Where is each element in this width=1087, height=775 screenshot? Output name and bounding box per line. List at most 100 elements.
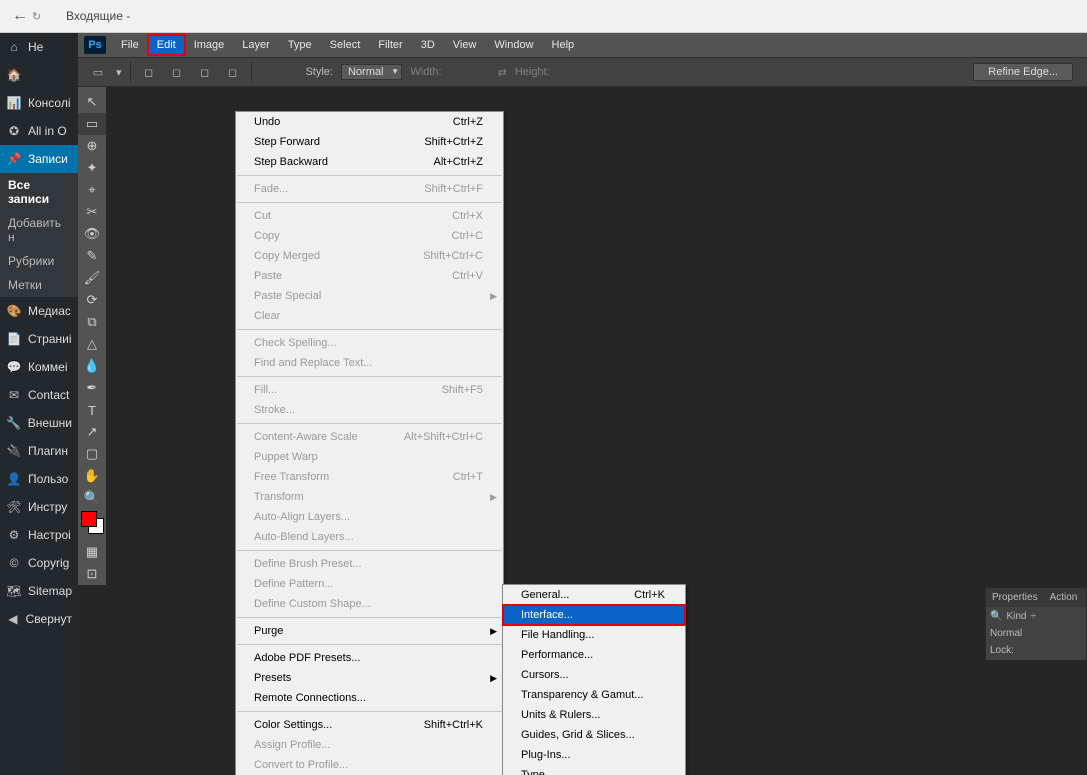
menu-item-presets[interactable]: Presets▶ bbox=[236, 668, 503, 688]
tool-button[interactable]: 🔍 bbox=[78, 487, 106, 509]
browser-toolbar: ← ↻ Входящие - bbox=[0, 0, 1087, 33]
tool-button[interactable]: T bbox=[78, 399, 106, 421]
menu-item-undo[interactable]: UndoCtrl+Z bbox=[236, 112, 503, 132]
menu-select[interactable]: Select bbox=[321, 35, 370, 55]
tool-button[interactable]: ↖ bbox=[78, 91, 106, 113]
tool-button[interactable]: 👁 bbox=[78, 223, 106, 245]
selection-intersect-icon[interactable]: ◻ bbox=[223, 62, 243, 82]
selection-new-icon[interactable]: ◻ bbox=[139, 62, 159, 82]
menu-item-clear: Clear bbox=[236, 306, 503, 326]
wp-sidebar-item[interactable]: 💬Коммеі bbox=[0, 353, 78, 381]
tool-button[interactable]: ⌖ bbox=[78, 179, 106, 201]
wp-sidebar-item[interactable]: ⌂Не bbox=[0, 33, 78, 61]
tool-button[interactable]: ✋ bbox=[78, 465, 106, 487]
selection-subtract-icon[interactable]: ◻ bbox=[195, 62, 215, 82]
pref-item-guides-grid-slices-[interactable]: Guides, Grid & Slices... bbox=[503, 725, 685, 745]
wp-sidebar-subitem[interactable]: Рубрики bbox=[0, 249, 78, 273]
pref-item-units-rulers-[interactable]: Units & Rulers... bbox=[503, 705, 685, 725]
menu-filter[interactable]: Filter bbox=[369, 35, 411, 55]
menu-item-step-backward[interactable]: Step BackwardAlt+Ctrl+Z bbox=[236, 152, 503, 172]
pref-item-general-[interactable]: General...Ctrl+K bbox=[503, 585, 685, 605]
tool-button[interactable]: ✒ bbox=[78, 377, 106, 399]
marquee-icon[interactable]: ▭ bbox=[88, 62, 108, 82]
tool-button[interactable]: ↗ bbox=[78, 421, 106, 443]
menu-item-adobe-pdf-presets-[interactable]: Adobe PDF Presets... bbox=[236, 648, 503, 668]
tool-button[interactable]: 🖌 bbox=[78, 267, 106, 289]
menu-item-puppet-warp: Puppet Warp bbox=[236, 447, 503, 467]
edit-menu-dropdown: UndoCtrl+ZStep ForwardShift+Ctrl+ZStep B… bbox=[235, 111, 504, 775]
refine-edge-button[interactable]: Refine Edge... bbox=[973, 63, 1073, 81]
reload-button[interactable]: ↻ bbox=[32, 10, 56, 23]
pref-item-performance-[interactable]: Performance... bbox=[503, 645, 685, 665]
menu-layer[interactable]: Layer bbox=[233, 35, 279, 55]
pref-item-interface-[interactable]: Interface... bbox=[503, 605, 685, 625]
menu-item-step-forward[interactable]: Step ForwardShift+Ctrl+Z bbox=[236, 132, 503, 152]
blend-mode[interactable]: Normal bbox=[990, 628, 1082, 639]
kind-label: Kind bbox=[1006, 611, 1026, 622]
tool-button[interactable]: △ bbox=[78, 333, 106, 355]
actions-tab[interactable]: Action bbox=[1044, 588, 1084, 607]
wp-sidebar-item[interactable]: 🎨Медиас bbox=[0, 297, 78, 325]
wp-sidebar-item[interactable]: ©Copyrig bbox=[0, 549, 78, 577]
chevron-down-icon[interactable]: ▾ bbox=[116, 66, 122, 79]
wp-sidebar-item[interactable]: 🛠Инстру bbox=[0, 493, 78, 521]
tool-button[interactable]: ✂ bbox=[78, 201, 106, 223]
menu-item-transform: Transform▶ bbox=[236, 487, 503, 507]
menu-image[interactable]: Image bbox=[185, 35, 234, 55]
tool-button[interactable]: ▭ bbox=[78, 113, 106, 135]
color-swatches[interactable] bbox=[78, 509, 106, 541]
menu-help[interactable]: Help bbox=[543, 35, 584, 55]
tool-button[interactable]: ✎ bbox=[78, 245, 106, 267]
width-label: Width: bbox=[410, 66, 441, 78]
menu-item-purge[interactable]: Purge▶ bbox=[236, 621, 503, 641]
menu-file[interactable]: File bbox=[112, 35, 148, 55]
pref-item-plug-ins-[interactable]: Plug-Ins... bbox=[503, 745, 685, 765]
tool-button[interactable]: 💧 bbox=[78, 355, 106, 377]
pref-item-file-handling-[interactable]: File Handling... bbox=[503, 625, 685, 645]
tool-button[interactable]: ⊕ bbox=[78, 135, 106, 157]
menu-item-color-settings-[interactable]: Color Settings...Shift+Ctrl+K bbox=[236, 715, 503, 735]
search-icon: 🔍 bbox=[990, 611, 1002, 622]
pref-item-type-[interactable]: Type... bbox=[503, 765, 685, 775]
wp-sidebar-item[interactable]: 🔌Плагин bbox=[0, 437, 78, 465]
menu-item-define-pattern-: Define Pattern... bbox=[236, 574, 503, 594]
wp-sidebar-item[interactable]: 🏠 bbox=[0, 61, 78, 89]
browser-tab[interactable]: Входящие - bbox=[66, 9, 130, 23]
menu-type[interactable]: Type bbox=[279, 35, 321, 55]
menu-item-paste: PasteCtrl+V bbox=[236, 266, 503, 286]
style-dropdown[interactable]: Normal bbox=[341, 64, 402, 80]
wp-sidebar-subitem[interactable]: Метки bbox=[0, 273, 78, 297]
wp-sidebar-item[interactable]: ✪All in O bbox=[0, 117, 78, 145]
wp-sidebar-item[interactable]: ⚙Настроі bbox=[0, 521, 78, 549]
menu-view[interactable]: View bbox=[444, 35, 486, 55]
wp-sidebar-item[interactable]: 👤Пользо bbox=[0, 465, 78, 493]
wp-sidebar-item[interactable]: ◀Свернут bbox=[0, 605, 78, 633]
pref-item-cursors-[interactable]: Cursors... bbox=[503, 665, 685, 685]
menu-window[interactable]: Window bbox=[485, 35, 542, 55]
wp-sidebar-item[interactable]: 📊Консолі bbox=[0, 89, 78, 117]
tool-button[interactable]: ⊡ bbox=[78, 563, 106, 585]
properties-tab[interactable]: Properties bbox=[986, 588, 1044, 607]
selection-add-icon[interactable]: ◻ bbox=[167, 62, 187, 82]
wp-sidebar-item[interactable]: 🔧Внешни bbox=[0, 409, 78, 437]
menu-item-remote-connections-[interactable]: Remote Connections... bbox=[236, 688, 503, 708]
wp-sidebar-item[interactable]: 📄Страниі bbox=[0, 325, 78, 353]
menu-3d[interactable]: 3D bbox=[412, 35, 444, 55]
wp-sidebar-item[interactable]: 🗺Sitemap bbox=[0, 577, 78, 605]
preferences-submenu: General...Ctrl+KInterface...File Handlin… bbox=[502, 584, 686, 775]
wp-sidebar-subitem[interactable]: Добавить н bbox=[0, 211, 78, 249]
tool-button[interactable]: ⟳ bbox=[78, 289, 106, 311]
tool-button[interactable]: ▢ bbox=[78, 443, 106, 465]
tool-button[interactable]: ✦ bbox=[78, 157, 106, 179]
pref-item-transparency-gamut-[interactable]: Transparency & Gamut... bbox=[503, 685, 685, 705]
menu-item-assign-profile-: Assign Profile... bbox=[236, 735, 503, 755]
swap-icon[interactable]: ⇄ bbox=[498, 66, 507, 79]
tool-button[interactable]: ▦ bbox=[78, 541, 106, 563]
menu-edit[interactable]: Edit bbox=[148, 35, 185, 55]
menu-item-copy: CopyCtrl+C bbox=[236, 226, 503, 246]
wp-sidebar-subitem[interactable]: Все записи bbox=[0, 173, 78, 211]
wp-sidebar-item[interactable]: ✉Contact bbox=[0, 381, 78, 409]
wp-sidebar-item[interactable]: 📌Записи bbox=[0, 145, 78, 173]
back-button[interactable]: ← bbox=[8, 7, 32, 25]
tool-button[interactable]: ⧉ bbox=[78, 311, 106, 333]
